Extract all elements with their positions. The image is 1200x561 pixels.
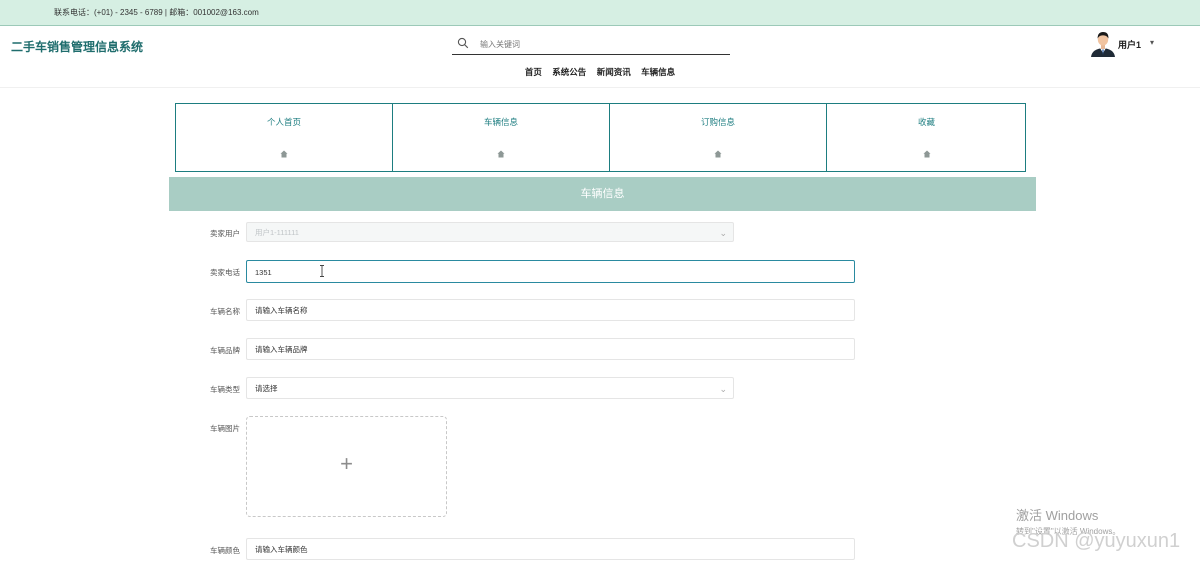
site-title[interactable]: 二手车销售管理信息系统	[11, 38, 143, 55]
home-icon	[280, 150, 288, 158]
car-color-placeholder: 请输入车辆颜色	[255, 545, 308, 554]
car-color-label: 车辆颜色	[210, 546, 240, 555]
avatar[interactable]	[1090, 29, 1116, 57]
contact-info: 联系电话：(+01) - 2345 - 6789 | 邮箱：001002@163…	[54, 8, 259, 17]
car-brand-placeholder: 请输入车辆品牌	[255, 345, 308, 354]
buyer-user-label: 卖家用户	[210, 229, 240, 238]
nav-item-news[interactable]: 新闻资讯	[597, 66, 631, 78]
top-contact-bar: 联系电话：(+01) - 2345 - 6789 | 邮箱：001002@163…	[0, 0, 1200, 26]
buyer-user-value: 用户1-111111	[255, 228, 299, 237]
tab-label: 个人首页	[266, 117, 301, 127]
buyer-user-select: 用户1-111111 ⌄	[246, 222, 734, 242]
tab-vehicle-info[interactable]: 车辆信息	[393, 104, 610, 171]
car-name-field[interactable]: 请输入车辆名称	[246, 299, 855, 321]
car-type-placeholder: 请选择	[255, 384, 278, 393]
nav-item-home[interactable]: 首页	[525, 66, 542, 78]
header: 二手车销售管理信息系统 用户1 ▾ 首页 系统公告 新闻资讯 车辆信息	[0, 26, 1200, 88]
car-name-label: 车辆名称	[210, 307, 240, 316]
csdn-watermark: CSDN @yuyuxun1	[1012, 530, 1181, 552]
tab-label: 订购信息	[700, 117, 735, 127]
home-icon	[923, 150, 930, 158]
watermark-title: 激活 Windows	[1016, 508, 1099, 523]
tab-order-info[interactable]: 订购信息	[610, 104, 827, 171]
tab-label: 收藏	[917, 117, 935, 127]
home-icon	[497, 150, 505, 158]
car-color-field[interactable]: 请输入车辆颜色	[246, 538, 855, 560]
profile-tabs: 个人首页 车辆信息 订购信息 收藏	[175, 103, 1026, 172]
tab-personal-home[interactable]: 个人首页	[176, 104, 393, 171]
nav-item-vehicles[interactable]: 车辆信息	[641, 66, 675, 78]
search-bar	[452, 34, 730, 55]
car-image-label: 车辆图片	[210, 424, 240, 433]
buyer-phone-field[interactable]: 1351	[246, 260, 855, 283]
buyer-phone-label: 卖家电话	[210, 268, 240, 277]
text-cursor-icon	[320, 265, 324, 277]
image-upload[interactable]: +	[246, 416, 447, 517]
car-brand-label: 车辆品牌	[210, 346, 240, 355]
tab-label: 车辆信息	[483, 117, 518, 127]
search-input[interactable]	[478, 36, 722, 52]
chevron-down-icon: ⌄	[719, 384, 727, 394]
user-name[interactable]: 用户1	[1118, 38, 1141, 51]
section-title: 车辆信息	[169, 177, 1036, 211]
chevron-down-icon[interactable]: ▾	[1150, 38, 1154, 47]
car-type-select[interactable]: 请选择 ⌄	[246, 377, 734, 399]
tab-favorites[interactable]: 收藏	[827, 104, 1026, 171]
main-nav: 首页 系统公告 新闻资讯 车辆信息	[0, 66, 1200, 78]
search-icon[interactable]	[457, 37, 469, 49]
car-brand-field[interactable]: 请输入车辆品牌	[246, 338, 855, 360]
buyer-phone-value: 1351	[255, 268, 272, 277]
car-type-label: 车辆类型	[210, 385, 240, 394]
nav-item-notices[interactable]: 系统公告	[552, 66, 586, 78]
chevron-down-icon: ⌄	[719, 228, 727, 238]
car-name-placeholder: 请输入车辆名称	[255, 306, 308, 315]
home-icon	[714, 150, 722, 158]
plus-icon: +	[340, 451, 353, 476]
